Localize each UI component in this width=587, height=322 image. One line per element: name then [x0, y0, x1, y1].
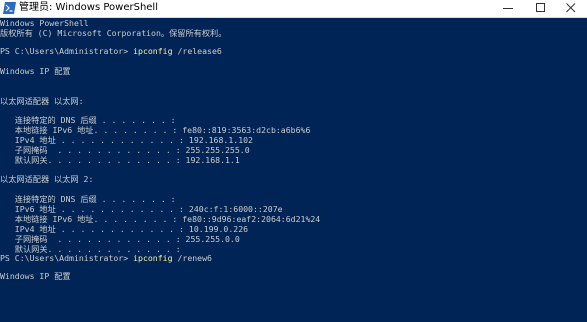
- maximize-button[interactable]: [528, 0, 554, 17]
- adapter1-link-local-ipv6: 本地链接 IPv6 地址. . . . . . . . : fe80::819:…: [0, 125, 311, 135]
- adapter2-ipv4: IPv4 地址 . . . . . . . . . . . . : 10.199…: [0, 224, 249, 234]
- adapter1-default-gateway: 默认网关. . . . . . . . . . . . . : 192.168.…: [0, 155, 240, 165]
- powershell-icon: [3, 2, 16, 14]
- prompt: PS C:\Users\Administrator>: [0, 46, 134, 56]
- window-title: 管理员: Windows PowerShell: [19, 2, 158, 13]
- powershell-window: 管理员: Windows PowerShell Windows PowerShe…: [0, 0, 587, 322]
- command-name: ipconfig: [133, 253, 173, 263]
- ipconfig-title: Windows IP 配置: [0, 271, 71, 281]
- prompt: PS C:\Users\Administrator>: [0, 253, 134, 263]
- minimize-icon: [503, 8, 513, 9]
- maximize-icon: [536, 3, 545, 12]
- ipconfig-title: Windows IP 配置: [0, 66, 71, 76]
- close-button[interactable]: [558, 0, 584, 17]
- command-line-1: PS C:\Users\Administrator> ipconfig /rel…: [0, 46, 222, 56]
- adapter-header-2: 以太网适配器 以太网 2:: [0, 174, 94, 184]
- copyright-line: 版权所有 (C) Microsoft Corporation。保留所有权利。: [0, 28, 227, 38]
- adapter2-ipv6: IPv6 地址 . . . . . . . . . . . . : 240c:f…: [0, 204, 283, 214]
- command-argument: /release6: [172, 46, 222, 56]
- adapter2-subnet-mask: 子网掩码 . . . . . . . . . . . . : 255.255.0…: [0, 234, 240, 244]
- close-icon: [566, 3, 576, 13]
- command-name: ipconfig: [133, 46, 173, 56]
- adapter1-subnet-mask: 子网掩码 . . . . . . . . . . . . : 255.255.2…: [0, 145, 250, 155]
- title-bar[interactable]: 管理员: Windows PowerShell: [0, 0, 587, 18]
- adapter1-dns-suffix: 连接特定的 DNS 后缀 . . . . . . . :: [0, 115, 176, 125]
- adapter1-ipv4: IPv4 地址 . . . . . . . . . . . . : 192.16…: [0, 135, 253, 145]
- console-output[interactable]: Windows PowerShell 版权所有 (C) Microsoft Co…: [0, 18, 587, 322]
- header-line: Windows PowerShell: [0, 18, 89, 28]
- minimize-button[interactable]: [495, 0, 521, 17]
- adapter2-link-local-ipv6: 本地链接 IPv6 地址. . . . . . . . : fe80::9d96…: [0, 214, 321, 224]
- adapter2-dns-suffix: 连接特定的 DNS 后缀 . . . . . . . :: [0, 194, 176, 204]
- adapter-header-1: 以太网适配器 以太网:: [0, 96, 84, 106]
- command-line-2: PS C:\Users\Administrator> ipconfig /ren…: [0, 253, 212, 263]
- command-argument: /renew6: [172, 253, 212, 263]
